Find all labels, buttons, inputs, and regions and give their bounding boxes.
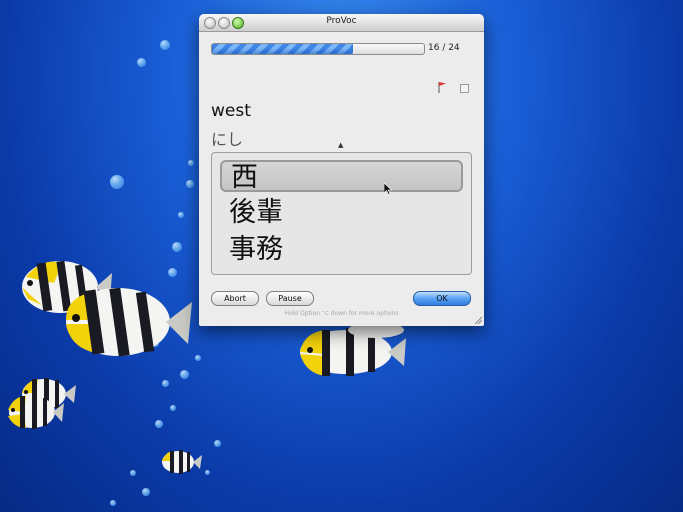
fish-image	[8, 395, 64, 429]
abort-button[interactable]: Abort	[211, 291, 259, 306]
choice-item[interactable]: 西	[220, 160, 463, 193]
fish-image	[162, 450, 202, 474]
bubble	[186, 180, 194, 188]
bubble	[160, 40, 170, 50]
bubble	[172, 242, 182, 252]
bubble	[205, 470, 210, 475]
title-bar[interactable]: ProVoc	[199, 14, 484, 32]
flag-icon[interactable]	[437, 81, 447, 93]
bubble	[130, 470, 136, 476]
provoc-window: ProVoc 16 / 24 west にし ▲ 西 後輩 事務 Abort P…	[199, 14, 484, 326]
bubble	[110, 500, 116, 506]
question-word: west	[211, 101, 251, 121]
bubble	[155, 420, 163, 428]
progress-bar	[211, 43, 425, 55]
bubble	[180, 370, 189, 379]
choice-item[interactable]: 後輩	[220, 197, 463, 229]
window-title: ProVoc	[326, 16, 357, 26]
bubble	[195, 355, 201, 361]
bubble	[137, 58, 146, 67]
bubble	[110, 175, 124, 189]
bubble	[214, 440, 221, 447]
ok-button[interactable]: OK	[413, 291, 471, 306]
bubble	[178, 212, 184, 218]
choice-item[interactable]: 事務	[220, 234, 463, 266]
bubble	[170, 405, 176, 411]
bubble	[162, 380, 169, 387]
progress-fill	[212, 44, 354, 54]
pause-button[interactable]: Pause	[266, 291, 314, 306]
question-reading: にし	[211, 130, 244, 149]
resize-grip-icon[interactable]	[474, 316, 482, 324]
mouse-cursor-icon	[384, 183, 392, 195]
fish-image	[66, 287, 192, 357]
hint-text: Hold Option ⌥ down for more options	[284, 310, 399, 317]
checkbox-icon[interactable]	[460, 84, 469, 93]
caret-icon: ▲	[338, 141, 344, 149]
bubble	[142, 488, 150, 496]
fish-image	[300, 322, 406, 376]
answer-choices: 西 後輩 事務	[211, 152, 472, 275]
progress-label: 16 / 24	[428, 43, 460, 53]
bubble	[188, 160, 194, 166]
bubble	[168, 268, 177, 277]
